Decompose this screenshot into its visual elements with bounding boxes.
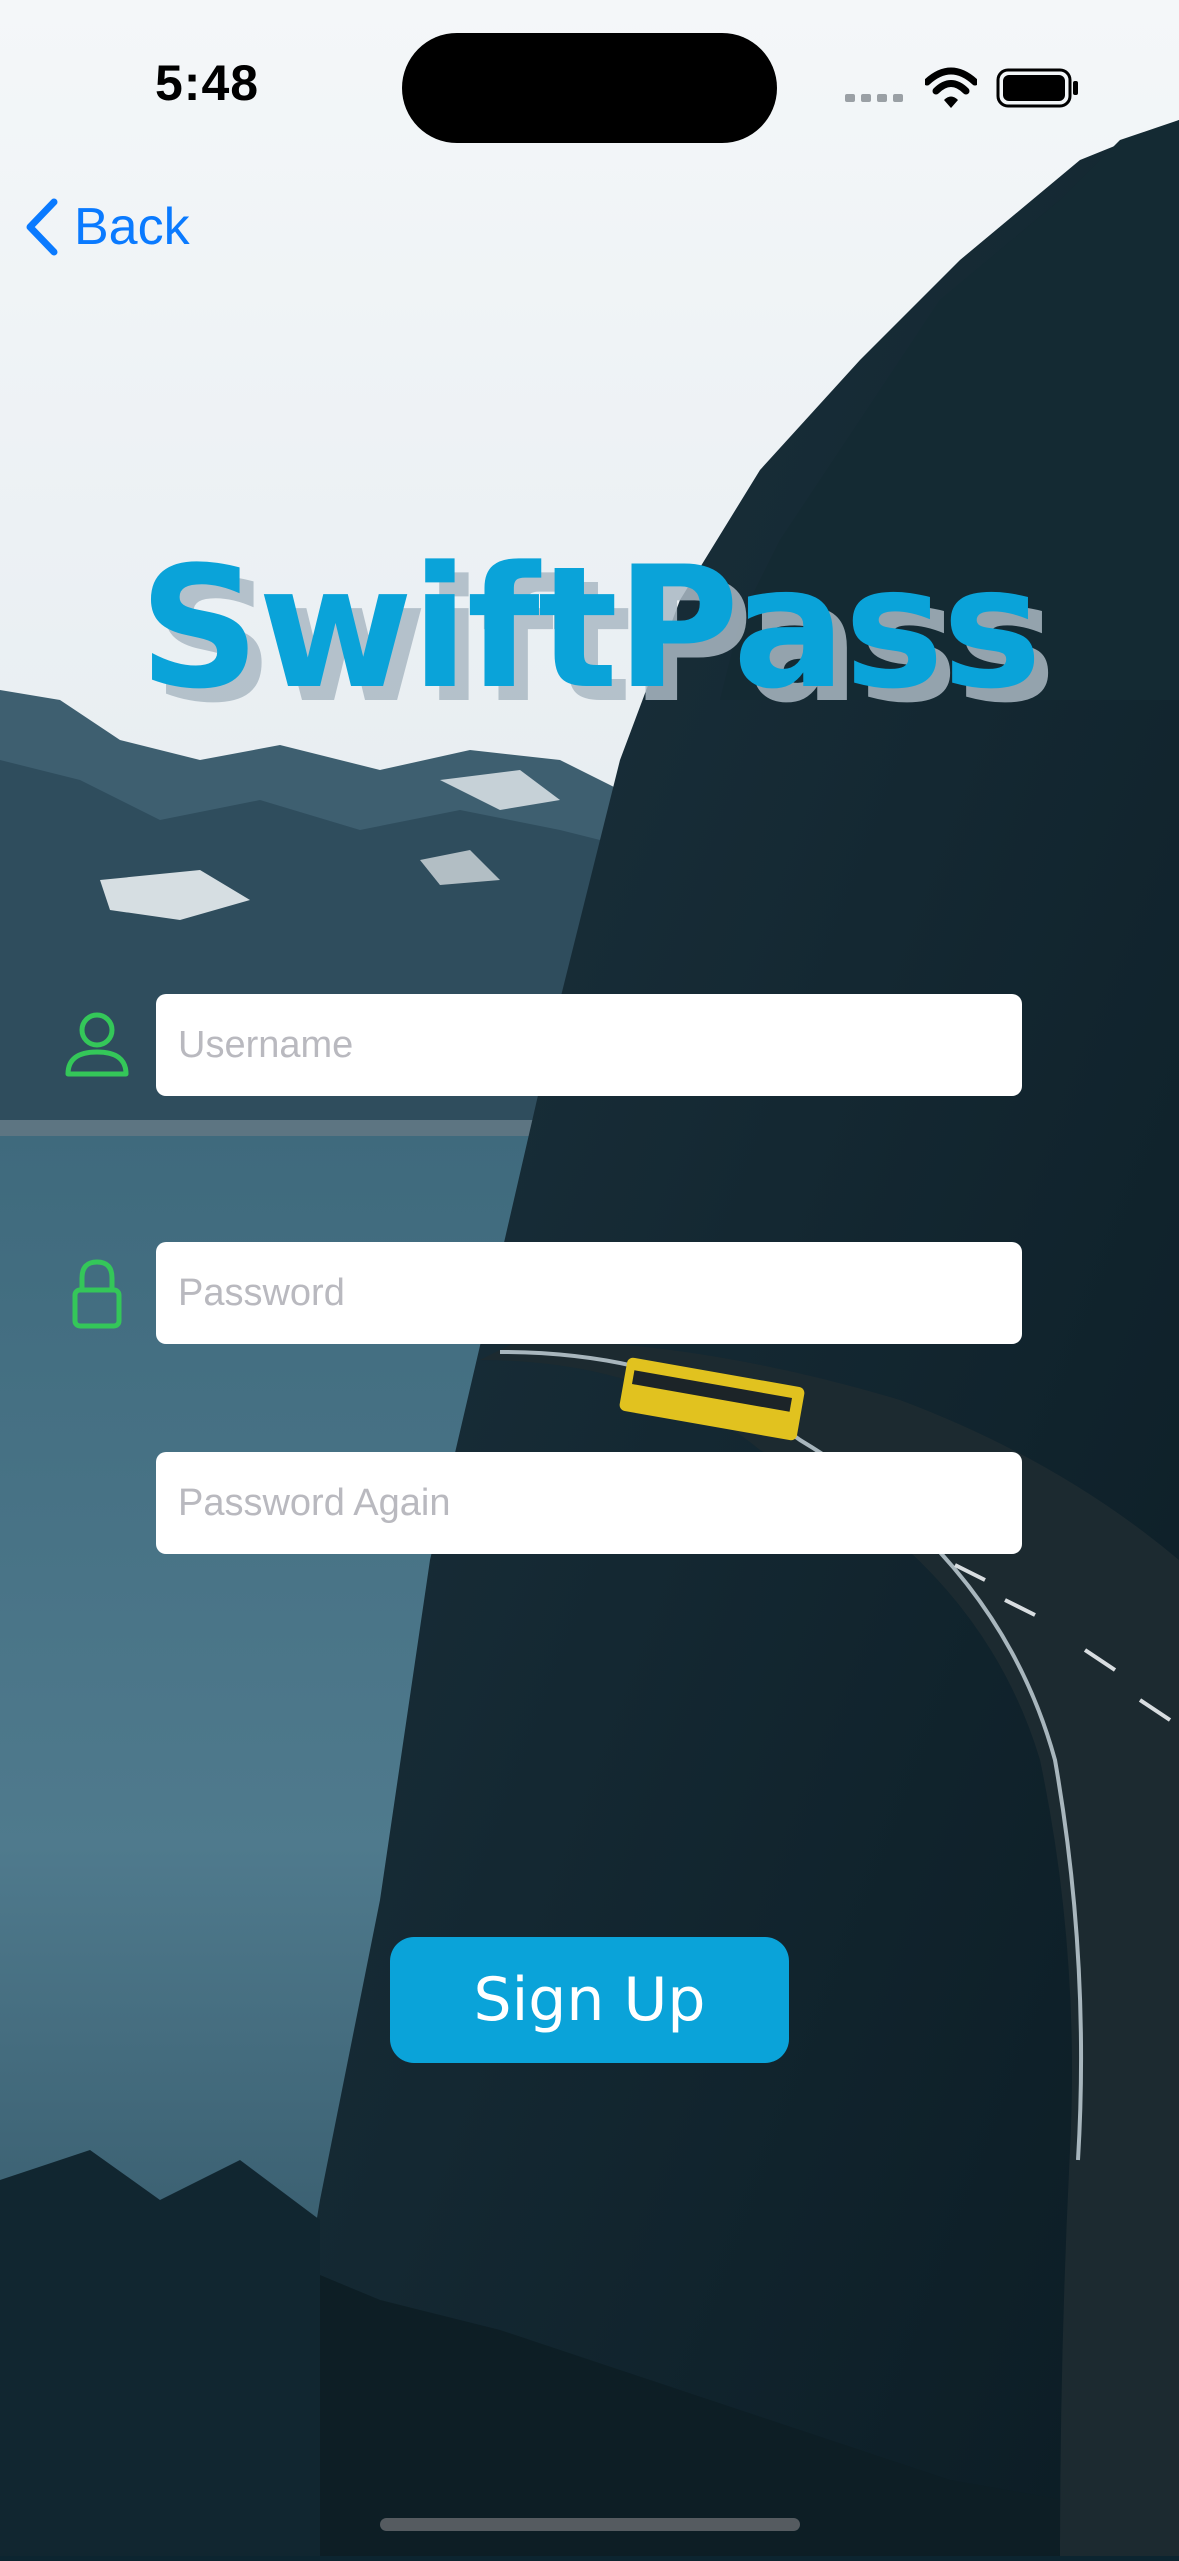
- chevron-left-icon: [26, 198, 58, 256]
- cellular-signal-icon: [845, 94, 903, 102]
- home-indicator: [380, 2518, 800, 2531]
- password-again-row: [0, 1452, 1179, 1554]
- lock-icon: [72, 1259, 122, 1329]
- dynamic-island: [402, 33, 777, 143]
- wifi-icon: [925, 67, 977, 108]
- password-field[interactable]: [156, 1242, 1022, 1344]
- status-time: 5:48: [155, 55, 260, 111]
- back-label: Back: [74, 198, 190, 256]
- username-row: [0, 994, 1179, 1096]
- password-row: [0, 1242, 1179, 1344]
- username-field[interactable]: [156, 994, 1022, 1096]
- person-icon: [65, 1012, 129, 1077]
- signup-button[interactable]: Sign Up: [390, 1937, 789, 2063]
- password-again-field[interactable]: [156, 1452, 1022, 1554]
- back-button[interactable]: Back: [22, 190, 190, 264]
- app-logo: SwiftPass: [138, 530, 1042, 726]
- battery-icon: [996, 68, 1078, 108]
